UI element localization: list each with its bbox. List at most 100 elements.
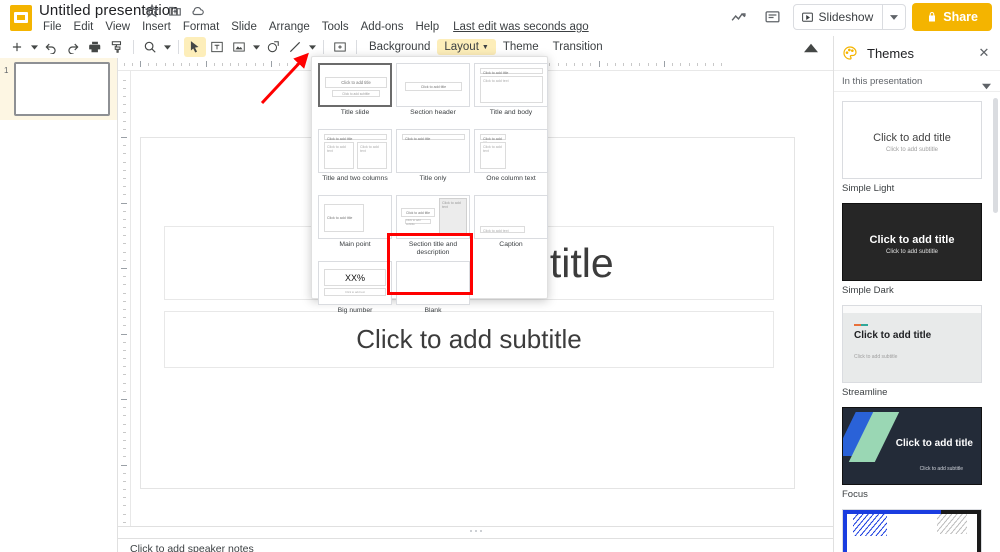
layout-option-blank[interactable]: Blank: [396, 261, 470, 327]
ruler-tick: [123, 227, 126, 229]
menu-insert[interactable]: Insert: [136, 19, 177, 35]
layout-option-caption[interactable]: Click to add text Caption: [474, 195, 548, 261]
background-button[interactable]: Background: [362, 39, 437, 55]
themes-panel-title: Themes: [867, 45, 914, 61]
ruler-tick: [123, 235, 126, 237]
speaker-notes-placeholder[interactable]: Click to add speaker notes: [130, 543, 254, 552]
slide-filmstrip: 1: [0, 58, 118, 552]
slideshow-label: Slideshow: [818, 10, 874, 24]
layout-option-label: Big number: [337, 307, 373, 314]
layout-option-label: Section header: [410, 109, 456, 116]
layout-option-section-header[interactable]: Click to add title Section header: [396, 63, 470, 129]
themes-list[interactable]: Click to add title Click to add subtitle…: [834, 93, 994, 552]
menu-arrange[interactable]: Arrange: [263, 19, 316, 35]
ruler-tick: [123, 341, 126, 343]
theme-button[interactable]: Theme: [496, 39, 546, 55]
close-icon[interactable]: ✕: [976, 45, 992, 61]
vertical-ruler[interactable]: [118, 71, 131, 526]
title-bar: Untitled presentation File Edit View Ins…: [0, 0, 1000, 36]
theme-item-streamline[interactable]: Click to add title Click to add subtitle…: [842, 305, 994, 398]
ruler-tick: [123, 194, 126, 196]
filmstrip-slide-1[interactable]: 1: [0, 58, 117, 120]
layout-option-preview: Click to add title Click to add text Cli…: [318, 129, 392, 173]
theme-item-focus[interactable]: Click to add title Click to add subtitle…: [842, 407, 994, 500]
layout-option-preview: XX% Click to add text: [318, 261, 392, 305]
text-box-tool[interactable]: [206, 37, 228, 57]
menu-addons[interactable]: Add-ons: [355, 19, 410, 35]
layout-option-title-two-columns[interactable]: Click to add title Click to add text Cli…: [318, 129, 392, 195]
layout-option-big-number[interactable]: XX% Click to add text Big number: [318, 261, 392, 327]
theme-item-next[interactable]: Click to add title: [842, 509, 994, 552]
themes-section-header[interactable]: In this presentation: [834, 70, 1000, 92]
transition-button[interactable]: Transition: [546, 39, 610, 55]
ruler-tick: [123, 415, 126, 417]
layout-option-label: Section title and description: [408, 241, 458, 257]
activity-dashboard-icon[interactable]: [725, 3, 753, 31]
print-button[interactable]: [84, 37, 106, 57]
ruler-tick: [582, 63, 584, 66]
layout-button[interactable]: Layout ▼: [437, 39, 496, 55]
layout-option-label: Main point: [339, 241, 371, 248]
comment-icon[interactable]: [759, 3, 787, 31]
line-dropdown[interactable]: [306, 37, 318, 57]
menu-help[interactable]: Help: [409, 19, 445, 35]
palette-icon: [842, 45, 858, 61]
layout-grid: Click to add title Click to add subtitle…: [312, 63, 548, 327]
menu-view[interactable]: View: [99, 19, 136, 35]
layout-option-label: Blank: [424, 307, 442, 314]
layout-option-one-column-text[interactable]: Click to add title Click to add text One …: [474, 129, 548, 195]
text-box-icon: [211, 41, 223, 53]
new-slide-dropdown[interactable]: [28, 37, 40, 57]
select-tool[interactable]: [184, 37, 206, 57]
insert-placeholder-tool[interactable]: [329, 37, 351, 57]
themes-scrollbar[interactable]: [993, 98, 998, 213]
cloud-status-icon[interactable]: [191, 4, 205, 18]
menu-edit[interactable]: Edit: [68, 19, 100, 35]
new-slide-button[interactable]: [6, 37, 28, 57]
drag-handle-icon[interactable]: [469, 530, 482, 532]
theme-item-simple-dark[interactable]: Click to add title Click to add subtitle…: [842, 203, 994, 296]
ruler-tick: [123, 128, 126, 130]
paint-format-button[interactable]: [106, 37, 128, 57]
share-button[interactable]: Share: [912, 3, 992, 31]
shape-tool[interactable]: [262, 37, 284, 57]
share-label: Share: [943, 10, 978, 24]
layout-option-title-slide[interactable]: Click to add title Click to add subtitle…: [318, 63, 392, 129]
slideshow-main[interactable]: Slideshow: [794, 5, 883, 29]
ruler-tick: [123, 292, 126, 294]
layout-option-main-point[interactable]: Click to add title Main point: [318, 195, 392, 261]
ruler-tick: [123, 374, 126, 376]
image-dropdown[interactable]: [250, 37, 262, 57]
last-edit-status[interactable]: Last edit was seconds ago: [453, 21, 589, 33]
star-icon[interactable]: [145, 4, 159, 18]
menu-tools[interactable]: Tools: [316, 19, 355, 35]
ruler-tick: [279, 63, 281, 66]
ruler-tick: [590, 63, 592, 66]
ruler-tick: [295, 63, 297, 66]
speaker-notes-bar[interactable]: Click to add speaker notes: [118, 526, 833, 552]
zoom-button[interactable]: [139, 37, 161, 57]
layout-dropdown-menu[interactable]: Click to add title Click to add subtitle…: [311, 56, 548, 314]
theme-item-simple-light[interactable]: Click to add title Click to add subtitle…: [842, 101, 994, 194]
insert-image-tool[interactable]: [228, 37, 250, 57]
slideshow-button[interactable]: Slideshow: [792, 4, 907, 30]
ruler-tick: [123, 251, 126, 253]
slide-thumbnail[interactable]: [14, 62, 110, 116]
layout-option-section-title-description[interactable]: Click to add title Click to add subtitle…: [396, 195, 470, 261]
shape-icon: [267, 41, 279, 53]
collapse-toolbar-button[interactable]: [800, 38, 822, 58]
menu-file[interactable]: File: [37, 19, 68, 35]
undo-button[interactable]: [40, 37, 62, 57]
chevron-down-icon: ▼: [481, 43, 489, 51]
line-tool[interactable]: [284, 37, 306, 57]
menu-format[interactable]: Format: [177, 19, 225, 35]
move-to-folder-icon[interactable]: [168, 4, 182, 18]
menu-slide[interactable]: Slide: [225, 19, 263, 35]
redo-button[interactable]: [62, 37, 84, 57]
ruler-tick: [123, 169, 126, 171]
zoom-dropdown[interactable]: [161, 37, 173, 57]
chevron-down-icon: [308, 44, 316, 50]
layout-option-title-only[interactable]: Click to add title Title only: [396, 129, 470, 195]
layout-option-title-and-body[interactable]: Click to add title Click to add text Titl…: [474, 63, 548, 129]
slideshow-dropdown-caret[interactable]: [883, 5, 905, 29]
